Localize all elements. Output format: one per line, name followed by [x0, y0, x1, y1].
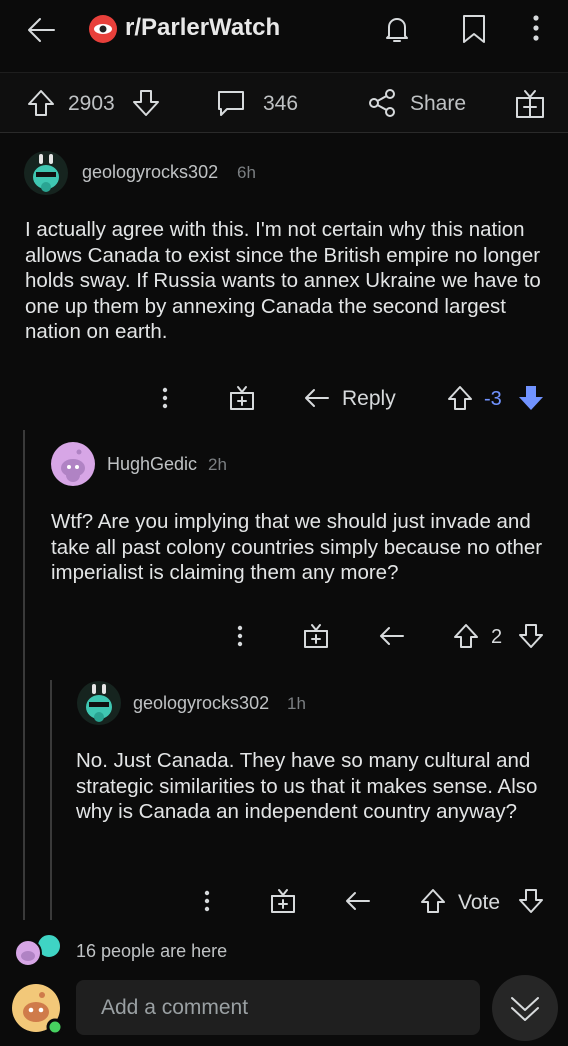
thread-line[interactable] — [23, 430, 25, 920]
reply-icon[interactable] — [343, 888, 373, 914]
comment-author[interactable]: geologyrocks302 — [133, 693, 269, 714]
bell-icon[interactable] — [380, 12, 414, 46]
arrow-left-icon[interactable] — [24, 12, 60, 48]
action-bar-divider — [0, 132, 568, 133]
comment-body: No. Just Canada. They have so many cultu… — [76, 749, 538, 823]
thread-line[interactable] — [50, 680, 52, 920]
share-button[interactable]: Share — [410, 92, 466, 116]
comment-author[interactable]: geologyrocks302 — [82, 162, 218, 183]
presence-avatars — [14, 932, 64, 970]
comment-body: Wtf? Are you implying that we should jus… — [51, 510, 543, 584]
vote-label: Vote — [458, 891, 501, 914]
collapse-button[interactable] — [492, 975, 558, 1041]
more-vertical-icon[interactable] — [524, 12, 548, 46]
reply-icon[interactable] — [302, 385, 332, 411]
award-icon[interactable] — [228, 384, 256, 412]
avatar[interactable] — [76, 680, 122, 726]
award-icon[interactable] — [513, 87, 547, 121]
bookmark-icon[interactable] — [458, 12, 490, 46]
avatar[interactable] — [23, 150, 69, 196]
subreddit-icon[interactable] — [88, 14, 118, 44]
comment-age: 1h — [287, 694, 306, 713]
more-vertical-icon[interactable] — [153, 385, 177, 413]
top-bar: r/ParlerWatch — [0, 0, 568, 62]
avatar[interactable] — [11, 983, 65, 1037]
upvote-icon[interactable] — [452, 622, 480, 650]
share-icon[interactable] — [366, 87, 398, 119]
subreddit-name[interactable]: r/ParlerWatch — [125, 14, 280, 42]
comment-age: 6h — [237, 163, 256, 182]
downvote-icon[interactable] — [517, 887, 545, 915]
upvote-icon[interactable] — [446, 384, 474, 412]
reply-button[interactable]: Reply — [342, 387, 396, 411]
upvote-icon[interactable] — [26, 88, 56, 118]
post-score: 2903 — [68, 92, 115, 115]
post-action-bar: 2903 346 Share — [0, 73, 568, 133]
comment-age: 2h — [208, 455, 227, 474]
comment-icon[interactable] — [214, 87, 248, 119]
more-vertical-icon[interactable] — [228, 623, 252, 651]
comment-count[interactable]: 346 — [263, 92, 298, 116]
award-icon[interactable] — [302, 622, 330, 650]
comment-score: 2 — [491, 626, 503, 648]
comment-body: I actually agree with this. I'm not cert… — [25, 218, 541, 343]
comment-score: -3 — [484, 388, 502, 410]
more-vertical-icon[interactable] — [195, 888, 219, 916]
avatar[interactable] — [50, 441, 96, 487]
comment-input[interactable] — [76, 980, 480, 1035]
upvote-icon[interactable] — [419, 887, 447, 915]
comment-author[interactable]: HughGedic — [107, 454, 197, 475]
downvote-icon[interactable] — [131, 88, 161, 118]
reply-icon[interactable] — [377, 623, 407, 649]
downvote-icon[interactable] — [517, 622, 545, 650]
award-icon[interactable] — [269, 887, 297, 915]
chevron-down-double-icon — [507, 991, 543, 1027]
presence-text: 16 people are here — [76, 941, 228, 961]
downvote-icon[interactable] — [517, 384, 545, 412]
